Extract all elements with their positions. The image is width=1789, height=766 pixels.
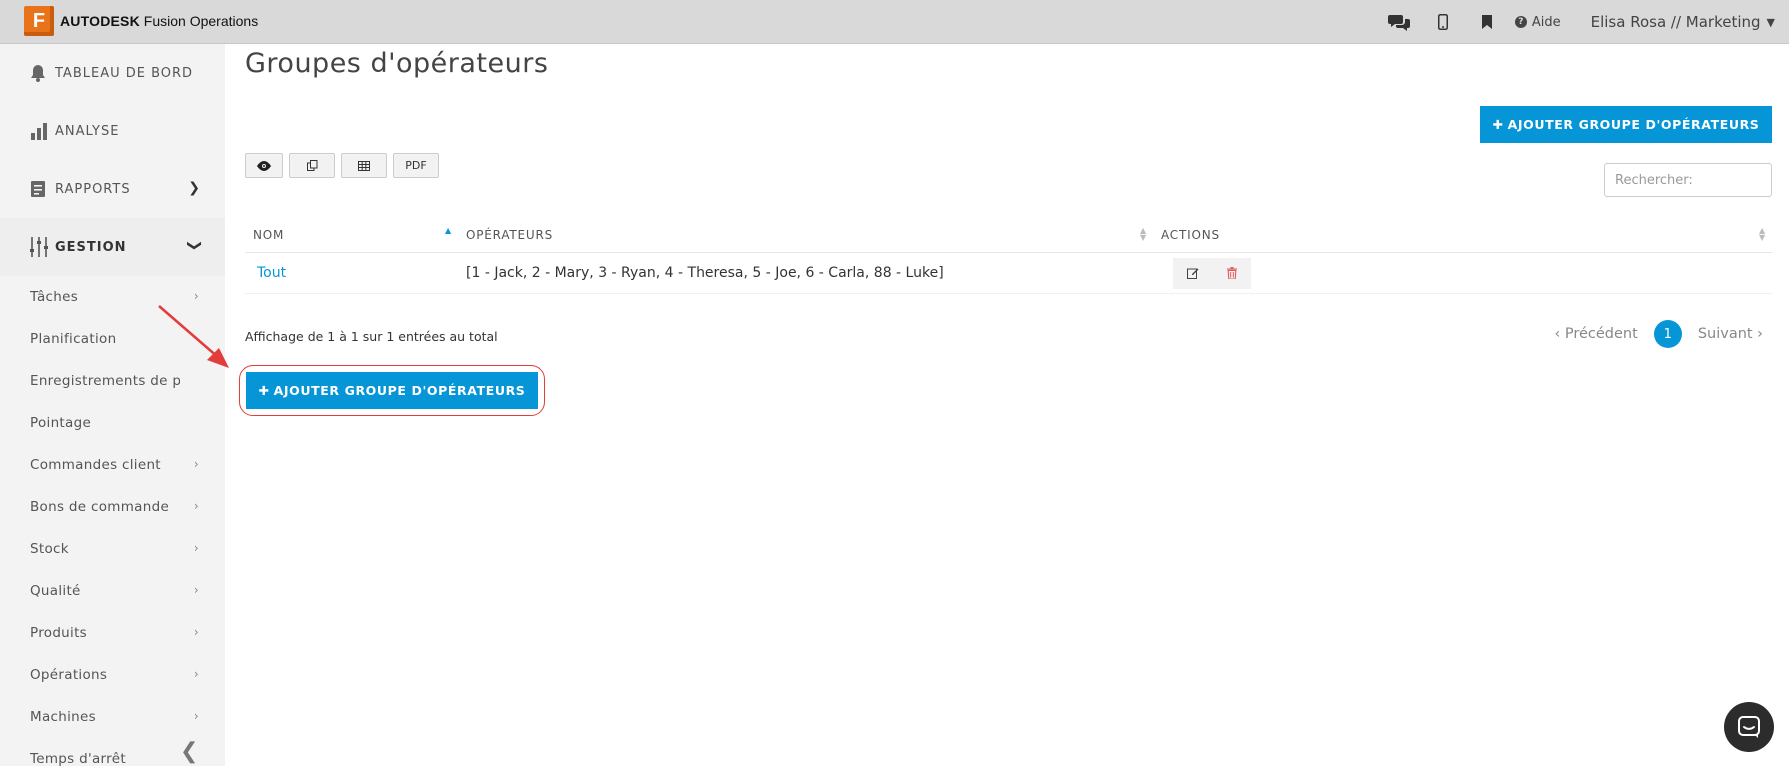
support-chat-button[interactable] <box>1724 702 1774 752</box>
chevron-right-icon: › <box>193 583 199 597</box>
copy-button[interactable] <box>289 153 335 178</box>
chevron-right-icon: › <box>193 625 199 639</box>
user-label: Elisa Rosa // Marketing <box>1590 13 1761 31</box>
add-operator-group-button-bottom[interactable]: ✚ AJOUTER GROUPE D'OPÉRATEURS <box>246 372 538 409</box>
trash-icon <box>1226 267 1237 279</box>
sidebar-item-management[interactable]: GESTION ❯ <box>0 218 225 276</box>
sidebar-sub-stock[interactable]: Stock › <box>0 528 225 570</box>
product-name: Fusion Operations <box>143 13 259 29</box>
chevron-right-icon: › <box>193 541 199 555</box>
search-input[interactable] <box>1604 163 1772 197</box>
chevron-right-icon: › <box>193 499 199 513</box>
user-menu[interactable]: Elisa Rosa // Marketing ▼ <box>1591 13 1775 31</box>
copy-icon <box>306 160 317 171</box>
export-toolbar: PDF <box>245 153 439 178</box>
column-header-actions[interactable]: ACTIONS ▲ ▼ <box>1153 217 1772 252</box>
sidebar-sub-machines[interactable]: Machines › <box>0 696 225 738</box>
sidebar-item-analysis[interactable]: ANALYSE <box>0 102 225 160</box>
sidebar-sub-sales-orders[interactable]: Commandes client › <box>0 444 225 486</box>
sidebar-sub-operations[interactable]: Opérations › <box>0 654 225 696</box>
sidebar-item-reports[interactable]: RAPPORTS ❯ <box>0 160 225 218</box>
sidebar-sub-purchase-orders[interactable]: Bons de commande › <box>0 486 225 528</box>
sort-asc-icon: ▲ <box>445 226 452 235</box>
chat-bubble-icon <box>1738 716 1760 738</box>
column-header-name[interactable]: NOM ▲ <box>245 217 458 252</box>
operators-cell: [1 - Jack, 2 - Mary, 3 - Ryan, 4 - There… <box>466 265 944 281</box>
main-content: Groupes d'opérateurs ✚ AJOUTER GROUPE D'… <box>225 44 1789 766</box>
help-link[interactable]: ? Aide <box>1514 14 1561 30</box>
chevron-right-icon: › <box>193 667 199 681</box>
pdf-export-button[interactable]: PDF <box>393 153 439 178</box>
sidebar: TABLEAU DE BORD ANALYSE RAPPORTS ❯ GESTI… <box>0 44 225 766</box>
column-visibility-button[interactable] <box>245 153 283 178</box>
table-header: NOM ▲ OPÉRATEURS ▲ ▼ ACTIONS ▲ ▼ <box>245 217 1772 253</box>
chevron-right-icon: › <box>193 709 199 723</box>
question-icon: ? <box>1514 16 1527 28</box>
brand-name: AUTODESK <box>60 13 140 29</box>
column-header-operators[interactable]: OPÉRATEURS ▲ ▼ <box>458 217 1153 252</box>
top-bar: F AUTODESK Fusion Operations ? Aide Elis… <box>0 0 1789 44</box>
chevron-down-icon: ▼ <box>1766 15 1775 29</box>
plus-icon: ✚ <box>258 383 270 398</box>
sidebar-sub-quality[interactable]: Qualité › <box>0 570 225 612</box>
page-title: Groupes d'opérateurs <box>245 48 549 79</box>
table-icon <box>358 160 370 171</box>
next-page-link[interactable]: Suivant › <box>1698 326 1763 342</box>
annotation-highlight: ✚ AJOUTER GROUPE D'OPÉRATEURS <box>239 365 545 416</box>
app-logo[interactable]: F AUTODESK Fusion Operations <box>24 6 258 36</box>
chevron-right-icon: ❯ <box>188 180 201 196</box>
bookmark-icon[interactable] <box>1465 0 1509 44</box>
annotation-arrow-icon <box>158 305 229 368</box>
sidebar-sub-time-tracking[interactable]: Pointage <box>0 402 225 444</box>
operator-groups-table: NOM ▲ OPÉRATEURS ▲ ▼ ACTIONS ▲ ▼ Tout [1 -… <box>245 217 1772 294</box>
chevron-down-icon: ❯ <box>186 239 203 253</box>
bell-icon <box>30 63 52 83</box>
add-operator-group-button-top[interactable]: ✚ AJOUTER GROUPE D'OPÉRATEURS <box>1480 106 1772 143</box>
collapse-sidebar-icon[interactable]: ❮ <box>180 739 198 764</box>
pagination: ‹ Précédent 1 Suivant › <box>1554 320 1763 348</box>
sidebar-sub-products[interactable]: Produits › <box>0 612 225 654</box>
report-icon <box>30 179 52 199</box>
sort-icon: ▲ ▼ <box>1759 226 1766 242</box>
chevron-right-icon: › <box>193 457 199 471</box>
excel-export-button[interactable] <box>341 153 387 178</box>
eye-icon <box>257 160 271 171</box>
chevron-right-icon: › <box>193 289 199 303</box>
mobile-icon[interactable] <box>1421 0 1465 44</box>
edit-icon <box>1186 268 1198 279</box>
sidebar-item-dashboard[interactable]: TABLEAU DE BORD <box>0 44 225 102</box>
chat-icon[interactable] <box>1377 0 1421 44</box>
plus-icon: ✚ <box>1492 117 1504 132</box>
previous-page-link[interactable]: ‹ Précédent <box>1554 326 1637 342</box>
group-name-link[interactable]: Tout <box>253 265 286 281</box>
fusion-logo-icon: F <box>24 6 54 36</box>
table-info: Affichage de 1 à 1 sur 1 entrées au tota… <box>245 329 498 344</box>
bar-chart-icon <box>30 121 52 141</box>
help-label: Aide <box>1531 14 1561 30</box>
table-row: Tout [1 - Jack, 2 - Mary, 3 - Ryan, 4 - … <box>245 253 1772 294</box>
page-1-button[interactable]: 1 <box>1653 320 1682 348</box>
delete-button[interactable] <box>1212 257 1251 289</box>
sliders-icon <box>30 237 52 257</box>
sort-icon: ▲ ▼ <box>1140 226 1147 242</box>
edit-button[interactable] <box>1173 257 1212 289</box>
